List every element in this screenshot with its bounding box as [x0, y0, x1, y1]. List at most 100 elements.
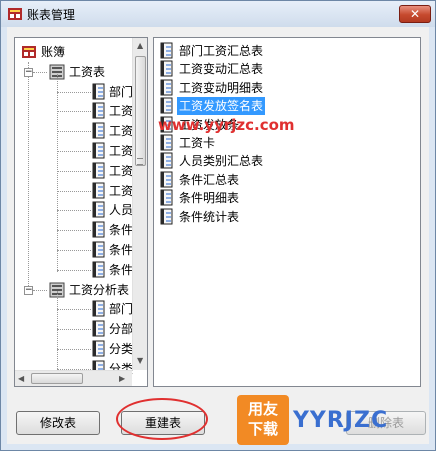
- tree-root-label: 账簿: [41, 45, 66, 59]
- modify-table-button[interactable]: 修改表: [16, 411, 100, 435]
- watermark-logo-top: 用友: [247, 400, 278, 418]
- report-document-icon: [160, 189, 173, 206]
- tree-leaf-label: 人员: [109, 203, 134, 218]
- report-document-icon: [160, 171, 173, 188]
- tree-connector: [57, 210, 91, 212]
- tree-leaf[interactable]: 分部: [15, 319, 134, 339]
- tree-connector: [33, 289, 47, 291]
- tree-leaf-label: 部门: [109, 84, 134, 99]
- tree-node[interactable]: − 工资表: [15, 62, 132, 82]
- tree-leaf-label: 分部: [109, 322, 134, 337]
- report-list-label: 工资变动明细表: [179, 80, 264, 95]
- report-document-icon: [160, 60, 173, 77]
- report-tree[interactable]: 账簿 − 工资表 部门 工资 工资 工资 工资 工资 人员 条件 条件 条件 − 工资分析表 部门 分部 分类 分类…: [14, 37, 148, 387]
- tree-leaf[interactable]: 工资: [15, 121, 134, 141]
- report-document-icon: [92, 83, 105, 100]
- tree-leaf[interactable]: 工资: [15, 181, 134, 201]
- tree-node[interactable]: − 工资分析表: [15, 280, 132, 300]
- tree-leaf[interactable]: 条件: [15, 240, 134, 260]
- report-document-icon: [92, 182, 105, 199]
- report-list-label: 条件明细表: [179, 191, 240, 206]
- report-document-icon: [160, 152, 173, 169]
- report-document-icon: [92, 122, 105, 139]
- report-document-icon: [160, 97, 173, 114]
- report-list[interactable]: 部门工资汇总表 工资变动汇总表 工资变动明细表 工资发放签名表 工资发放条 工资卡 人员类别…: [153, 37, 421, 387]
- tree-leaf-label: 工资: [109, 183, 134, 198]
- tree-connector: [57, 91, 91, 93]
- tree-node-label: 工资表: [69, 64, 106, 79]
- tree-connector: [57, 329, 91, 331]
- tree-connector: [57, 111, 91, 113]
- tree-connector: [57, 309, 91, 311]
- report-document-icon: [92, 241, 105, 258]
- tree-root-item[interactable]: 账簿: [15, 42, 132, 62]
- report-document-icon: [92, 340, 105, 357]
- report-document-icon: [160, 42, 173, 59]
- window-title: 账表管理: [27, 8, 76, 22]
- collapse-toggle[interactable]: −: [24, 285, 33, 295]
- tree-node-label: 工资分析表: [69, 282, 130, 297]
- tree-connector: [57, 291, 58, 371]
- horizontal-scrollbar[interactable]: ◀ ▶: [15, 370, 132, 386]
- report-list-label: 条件汇总表: [179, 172, 240, 187]
- report-document-icon: [92, 201, 105, 218]
- report-document-icon: [160, 134, 173, 151]
- scroll-left-icon[interactable]: ◀: [18, 374, 24, 383]
- watermark-logo-bottom: 下载: [247, 420, 278, 438]
- scroll-thumb[interactable]: [135, 56, 146, 166]
- tree-leaf[interactable]: 部门: [15, 299, 134, 319]
- tree-leaf[interactable]: 条件: [15, 260, 134, 280]
- tree-leaf[interactable]: 工资: [15, 161, 134, 181]
- account-book-icon: [8, 8, 22, 20]
- tree-leaf[interactable]: 工资: [15, 141, 134, 161]
- report-document-icon: [92, 142, 105, 159]
- close-button[interactable]: ✕: [399, 5, 431, 23]
- tree-leaf-label: 工资: [109, 124, 134, 139]
- close-icon: ✕: [409, 7, 421, 21]
- tree-connector: [57, 73, 58, 272]
- tree-connector: [57, 269, 91, 271]
- report-list-label: 工资发放签名表: [177, 97, 266, 116]
- watermark-brand: YYRJZC: [293, 408, 389, 433]
- scroll-grip: [137, 158, 143, 165]
- tree-leaf[interactable]: 条件: [15, 220, 134, 240]
- tree-connector: [57, 349, 91, 350]
- vertical-scrollbar[interactable]: ▲ ▼: [132, 38, 147, 370]
- watermark-logo: 用友 下载: [237, 395, 289, 445]
- tree-leaf-label: 部门: [109, 302, 134, 317]
- tree-connector: [57, 250, 91, 251]
- tree-leaf[interactable]: 分类: [15, 339, 134, 359]
- tree-leaf[interactable]: 部门: [15, 82, 134, 102]
- report-document-icon: [92, 261, 105, 278]
- tree-leaf-label: 工资: [109, 163, 134, 178]
- title-bar[interactable]: 账表管理 ✕: [1, 1, 435, 27]
- tree-leaf-label: 条件: [109, 223, 134, 238]
- scroll-thumb[interactable]: [31, 373, 83, 384]
- report-list-label: 部门工资汇总表: [179, 44, 264, 58]
- account-book-icon: [22, 46, 36, 58]
- collapse-toggle[interactable]: −: [24, 67, 33, 77]
- report-list-label: 条件统计表: [179, 209, 240, 224]
- tree-leaf-label: 工资: [109, 144, 134, 158]
- tree-connector: [57, 170, 91, 172]
- tree-leaf-label: 条件: [109, 262, 134, 277]
- scroll-up-icon[interactable]: ▲: [137, 41, 143, 50]
- tree-connector: [57, 190, 91, 192]
- report-list-label: 工资变动汇总表: [179, 62, 264, 77]
- watermark-url: www.yyrjzc.com: [158, 116, 295, 134]
- report-document-icon: [92, 320, 105, 337]
- report-document-icon: [92, 162, 105, 179]
- report-list-label: 人员类别汇总表: [179, 154, 264, 169]
- report-document-icon: [160, 208, 173, 225]
- report-list-label: 工资卡: [179, 136, 216, 150]
- report-document-icon: [92, 102, 105, 119]
- tree-leaf-label: 分类: [109, 342, 134, 356]
- scroll-right-icon[interactable]: ▶: [119, 374, 125, 383]
- tree-leaf-label: 工资: [109, 104, 134, 119]
- tree-leaf[interactable]: 人员: [15, 200, 134, 220]
- tree-connector: [33, 71, 47, 73]
- tree-leaf[interactable]: 工资: [15, 101, 134, 121]
- tree-leaf-label: 条件: [109, 243, 134, 257]
- scroll-down-icon[interactable]: ▼: [137, 356, 143, 365]
- report-document-icon: [160, 79, 173, 96]
